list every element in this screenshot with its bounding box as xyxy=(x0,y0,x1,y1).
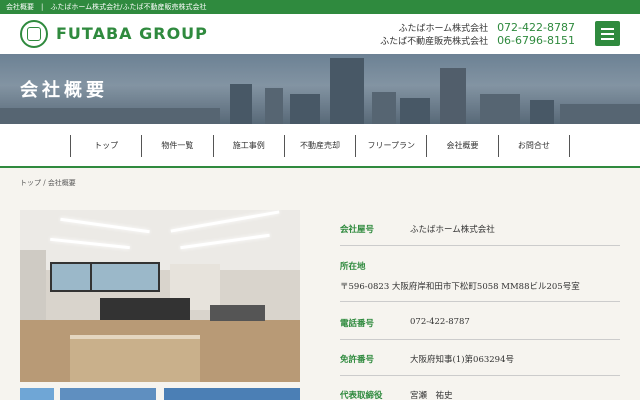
nav-item-free-plan[interactable]: フリープラン xyxy=(356,135,428,157)
nav-item-sell[interactable]: 不動産売却 xyxy=(285,135,357,157)
hamburger-menu-button[interactable] xyxy=(595,21,620,46)
breadcrumb-home-link[interactable]: トップ xyxy=(20,179,41,187)
contact-company-name: ふたば不動産販売株式会社 xyxy=(380,37,489,47)
representative-row: 代表取締役 宮瀬 祐史 xyxy=(340,376,620,400)
nav-item-contact[interactable]: お問合せ xyxy=(499,135,570,157)
logo-text[interactable]: FUTABA GROUP xyxy=(56,24,208,43)
top-info-text: 会社概要 | ふたばホーム株式会社/ふたば不動産販売株式会社 xyxy=(6,3,207,11)
license-row: 免許番号 大阪府知事(1)第063294号 xyxy=(340,340,620,376)
address-value: 〒596-0823 大阪府岸和田市下松町5058 MM88ビル205号室 xyxy=(340,282,580,292)
top-info-bar: 会社概要 | ふたばホーム株式会社/ふたば不動産販売株式会社 xyxy=(0,0,640,14)
license-value: 大阪府知事(1)第063294号 xyxy=(410,355,514,365)
nav-item-listings[interactable]: 物件一覧 xyxy=(142,135,214,157)
representative-label: 代表取締役 xyxy=(340,391,383,400)
license-label: 免許番号 xyxy=(340,355,375,365)
breadcrumb: トップ / 会社概要 xyxy=(20,178,76,188)
hamburger-menu-icon xyxy=(601,28,614,30)
gallery-thumbnail[interactable] xyxy=(164,388,300,400)
representative-value: 宮瀬 祐史 xyxy=(410,391,453,400)
page-title: 会社概要 xyxy=(20,80,108,101)
company-name-value: ふたばホーム株式会社 xyxy=(410,225,495,235)
contact-futaba-realestate: ふたば不動産販売株式会社 06-6796-8151 xyxy=(380,34,575,47)
contact-phone-link[interactable]: 06-6796-8151 xyxy=(497,34,575,47)
breadcrumb-current: 会社概要 xyxy=(47,179,76,187)
company-name-label: 会社屋号 xyxy=(340,225,375,235)
gallery-thumbnail[interactable] xyxy=(20,388,54,400)
phone-row: 電話番号 072-422-8787 xyxy=(340,302,620,340)
nav-item-company[interactable]: 会社概要 xyxy=(427,135,499,157)
contact-phone-link[interactable]: 072-422-8787 xyxy=(497,21,575,34)
phone-value: 072-422-8787 xyxy=(410,317,470,327)
office-photo xyxy=(20,210,300,382)
breadcrumb-separator: / xyxy=(41,179,48,187)
address-label: 所在地 xyxy=(340,262,366,272)
contact-futaba-home: ふたばホーム株式会社 072-422-8787 xyxy=(398,21,575,34)
contact-company-name: ふたばホーム株式会社 xyxy=(398,24,489,34)
hero-banner: 会社概要 xyxy=(0,54,640,124)
site-header: FUTABA GROUP ふたばホーム株式会社 072-422-8787 ふたば… xyxy=(0,14,640,54)
phone-label: 電話番号 xyxy=(340,319,375,329)
company-name-row: 会社屋号 ふたばホーム株式会社 xyxy=(340,210,620,246)
nav-item-works[interactable]: 施工事例 xyxy=(214,135,285,157)
nav-item-top[interactable]: トップ xyxy=(71,135,143,157)
logo-icon[interactable] xyxy=(20,20,48,48)
global-nav: トップ 物件一覧 施工事例 不動産売却 フリープラン 会社概要 お問合せ xyxy=(0,124,640,168)
gallery-thumbnail[interactable] xyxy=(60,388,156,400)
address-row: 所在地 〒596-0823 大阪府岸和田市下松町5058 MM88ビル205号室 xyxy=(340,246,620,302)
